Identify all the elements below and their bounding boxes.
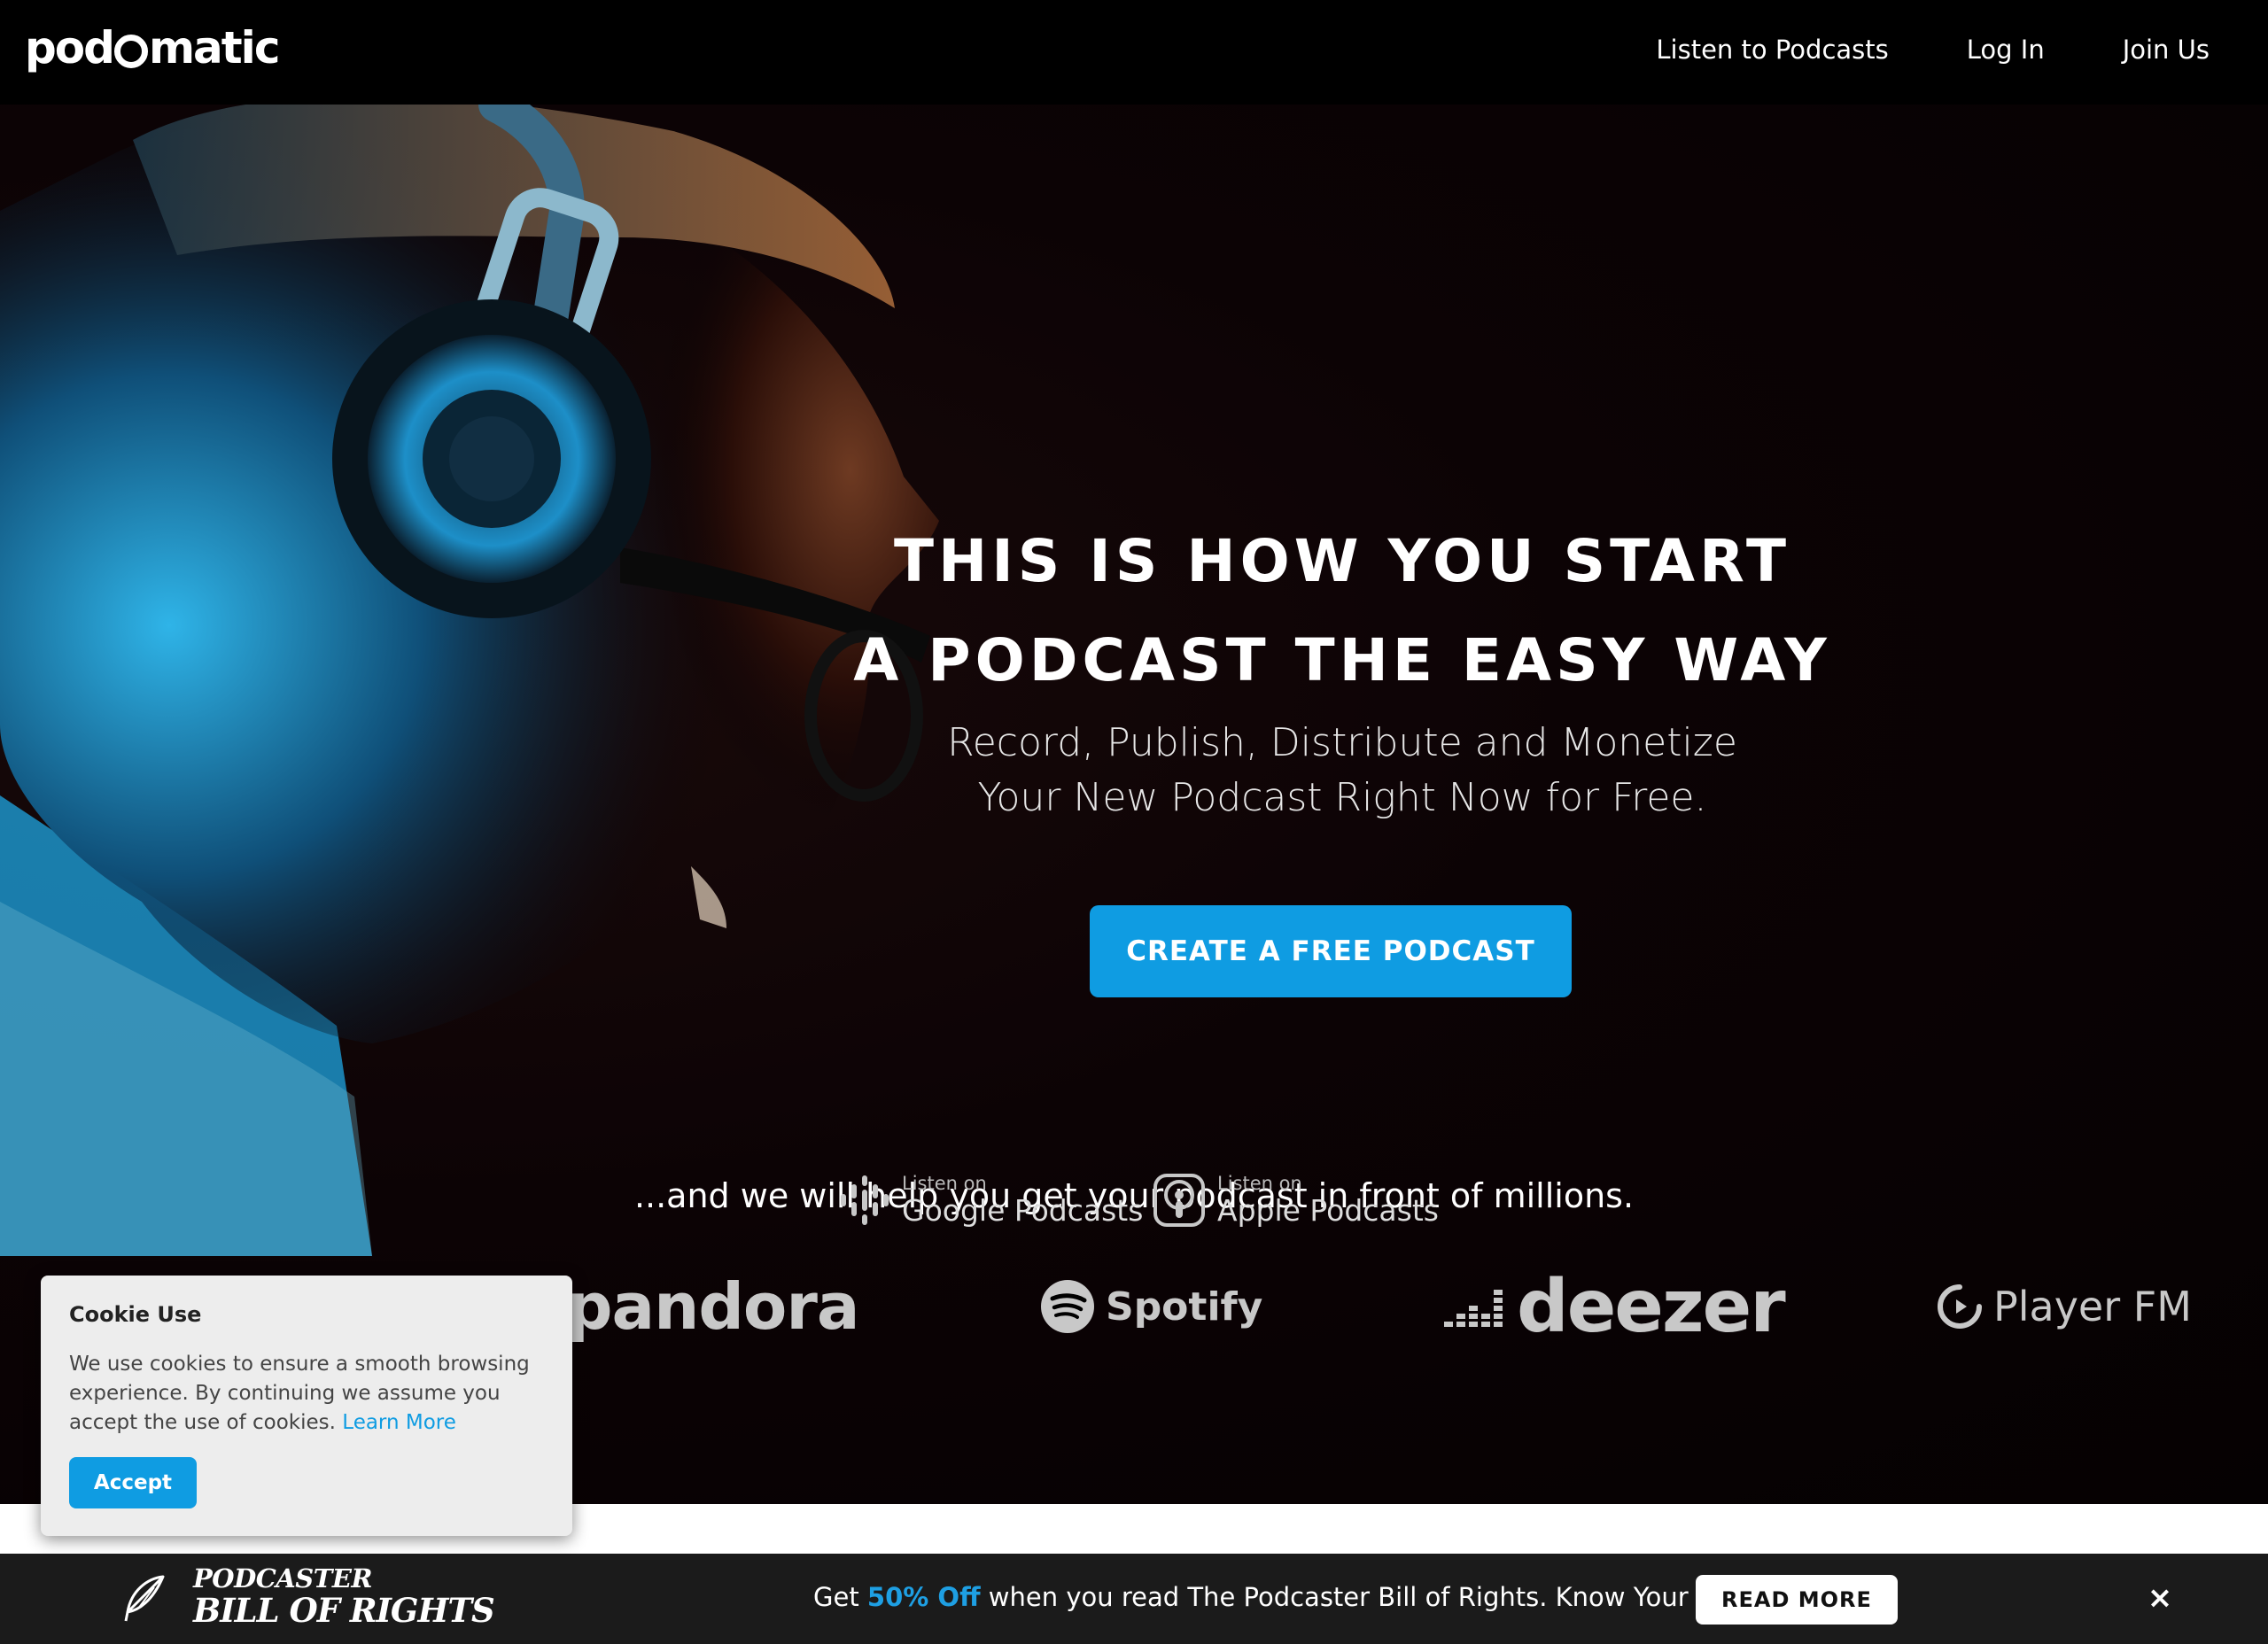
deezer-text: deezer xyxy=(1517,1264,1786,1349)
bill-of-rights-line-1: PODCASTER xyxy=(193,1563,373,1594)
bill-of-rights-banner: PODCASTER BILL OF RIGHTS Get 50% Off whe… xyxy=(0,1554,2268,1644)
promo-pre: Get xyxy=(813,1582,859,1612)
promo-text: Get 50% Off when you read The Podcaster … xyxy=(813,1582,1786,1612)
hero-subtitle: Record, Publish, Distribute and Monetize… xyxy=(850,716,1834,826)
pandora-logo[interactable]: pandora xyxy=(567,1258,859,1355)
logo-ring-icon xyxy=(113,35,148,68)
main-nav: Listen to Podcasts Log In Join Us xyxy=(1656,27,2210,73)
cookie-title: Cookie Use xyxy=(69,1302,202,1327)
bill-of-rights-title: PODCASTER BILL OF RIGHTS xyxy=(193,1563,495,1630)
cookie-consent-dialog: Cookie Use We use cookies to ensure a sm… xyxy=(41,1276,572,1536)
logo-text-post: matic xyxy=(148,22,281,74)
logo-text-pre: pod xyxy=(25,22,115,74)
apple-podcasts-badge[interactable]: Listen on Apple Podcasts xyxy=(1153,1165,1439,1236)
promo-post: when you read The Podcaster Bill of Righ… xyxy=(988,1582,1786,1612)
deezer-logo[interactable]: deezer xyxy=(1444,1258,1786,1355)
spotify-text: Spotify xyxy=(1106,1283,1263,1330)
pandora-text: pandora xyxy=(567,1269,859,1344)
top-navbar: pod matic Listen to Podcasts Log In Join … xyxy=(0,0,2268,105)
cookie-text: We use cookies to ensure a smooth browsi… xyxy=(69,1350,544,1438)
quill-icon xyxy=(124,1575,165,1622)
hero-title: THIS IS HOW YOU START A PODCAST THE EASY… xyxy=(850,512,1834,710)
close-icon[interactable]: × xyxy=(2142,1580,2178,1616)
hero-title-line-1: THIS IS HOW YOU START xyxy=(893,527,1791,595)
google-podcasts-badge[interactable]: Listen on Google Podcasts xyxy=(840,1165,1143,1236)
hero-title-line-2: A PODCAST THE EASY WAY xyxy=(853,626,1831,694)
nav-listen-to-podcasts[interactable]: Listen to Podcasts xyxy=(1656,35,1888,65)
playerfm-text: Player FM xyxy=(1993,1283,2192,1330)
nav-log-in[interactable]: Log In xyxy=(1967,35,2045,65)
cookie-message: We use cookies to ensure a smooth browsi… xyxy=(69,1353,530,1434)
podomatic-logo[interactable]: pod matic xyxy=(25,19,281,76)
deezer-icon xyxy=(1444,1290,1503,1327)
google-badge-small-text: Listen on xyxy=(902,1173,987,1194)
spotify-logo[interactable]: Spotify xyxy=(1040,1258,1262,1355)
google-badge-big-text: Google Podcasts xyxy=(902,1193,1144,1228)
hero-subtitle-line-1: Record, Publish, Distribute and Monetize xyxy=(947,720,1737,765)
google-podcasts-icon xyxy=(841,1175,889,1225)
cookie-accept-button[interactable]: Accept xyxy=(69,1457,197,1508)
read-more-button[interactable]: READ MORE xyxy=(1696,1575,1898,1625)
apple-badge-big-text: Apple Podcasts xyxy=(1217,1193,1439,1228)
playerfm-logo[interactable]: Player FM xyxy=(1937,1258,2192,1355)
promo-highlight: 50% Off xyxy=(866,1582,981,1612)
hero-subtitle-line-2: Your New Podcast Right Now for Free. xyxy=(977,775,1707,820)
spotify-icon xyxy=(1041,1280,1094,1333)
playerfm-icon xyxy=(1938,1284,1982,1329)
create-free-podcast-button[interactable]: CREATE A FREE PODCAST xyxy=(1090,905,1572,997)
apple-podcasts-icon xyxy=(1153,1174,1205,1227)
bill-of-rights-line-2: BILL OF RIGHTS xyxy=(193,1591,495,1630)
nav-join-us[interactable]: Join Us xyxy=(2123,35,2210,65)
apple-badge-small-text: Listen on xyxy=(1217,1173,1302,1194)
cookie-learn-more-link[interactable]: Learn More xyxy=(342,1411,456,1434)
